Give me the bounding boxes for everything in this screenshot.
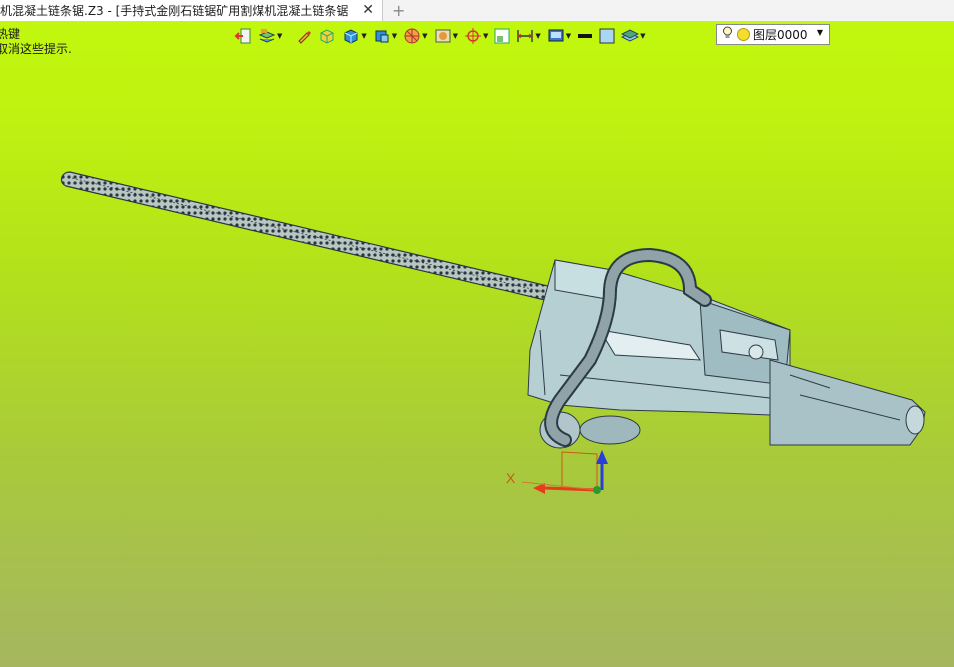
tab-bar: 煤机混凝土链条锯.Z3 - [手持式金刚石链锯矿用割煤机混凝土链条锯] ✕ + xyxy=(0,0,954,22)
document-tab-title: 煤机混凝土链条锯.Z3 - [手持式金刚石链锯矿用割煤机混凝土链条锯] xyxy=(0,4,348,18)
coordinate-axes: X xyxy=(506,450,608,494)
new-tab-icon[interactable]: + xyxy=(392,0,405,21)
rear-handle xyxy=(769,359,926,446)
guide-bar xyxy=(60,171,553,301)
saw-body xyxy=(527,259,791,449)
x-axis-label: X xyxy=(506,470,516,486)
close-icon[interactable]: ✕ xyxy=(362,2,374,18)
document-tab[interactable]: 煤机混凝土链条锯.Z3 - [手持式金刚石链锯矿用割煤机混凝土链条锯] ✕ xyxy=(0,0,383,21)
model-viewport[interactable]: X xyxy=(0,22,954,667)
origin-marker xyxy=(593,486,601,494)
